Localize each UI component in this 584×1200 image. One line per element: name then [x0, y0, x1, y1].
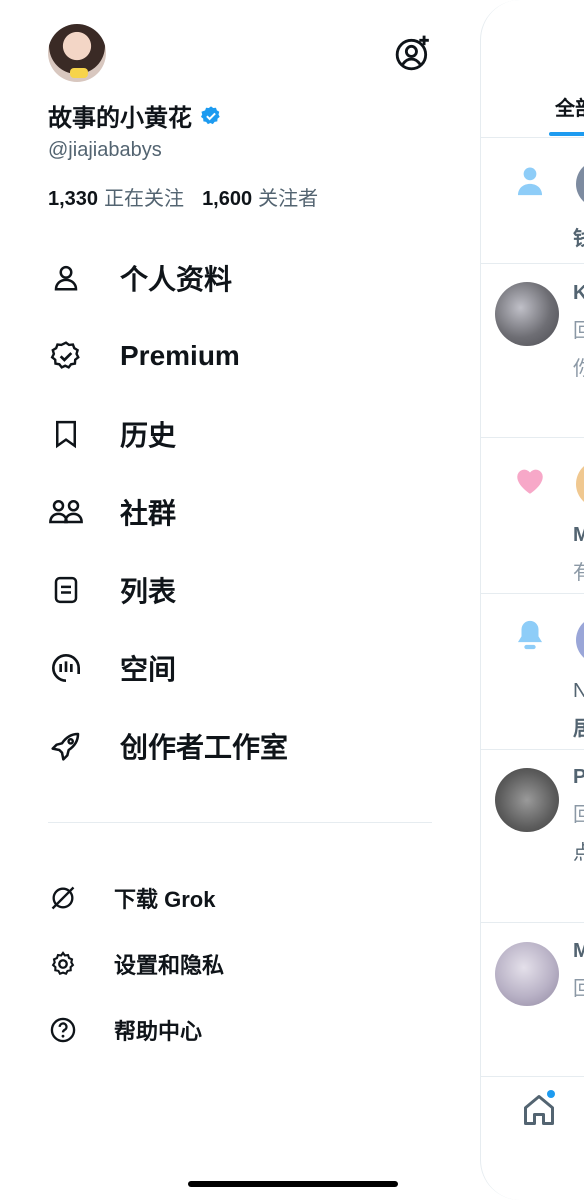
followers-stat[interactable]: 1,600 关注者: [202, 182, 318, 211]
avatar[interactable]: [495, 768, 559, 832]
notification-text: 回: [573, 314, 584, 343]
divider: [48, 822, 432, 823]
person-icon: [517, 167, 543, 196]
avatar[interactable]: [576, 616, 584, 664]
navigation-drawer: 故事的小黄花 @jiajiababys 1,330 正在关注 1,600 关注者 个…: [0, 0, 480, 1200]
divider: [481, 922, 584, 923]
followers-label: 关注者: [258, 188, 319, 210]
tab-all[interactable]: 全部: [555, 92, 584, 121]
divider: [481, 263, 584, 264]
menu-item-label: 历史: [120, 420, 177, 451]
menu-item-spaces[interactable]: 空间: [48, 638, 176, 698]
avatar[interactable]: [495, 282, 559, 346]
menu-item-lists[interactable]: 列表: [48, 560, 176, 620]
divider: [481, 593, 584, 594]
bell-icon: [517, 620, 543, 650]
premium-badge-icon: [48, 338, 84, 374]
followers-count: 1,600: [202, 188, 253, 210]
verified-badge-icon: [201, 105, 220, 124]
menu-item-label: 社群: [120, 498, 177, 529]
avatar[interactable]: [576, 160, 584, 208]
notification-text: 居: [573, 712, 584, 741]
menu-item-history[interactable]: 历史: [48, 404, 176, 464]
gear-icon: [48, 949, 78, 979]
menu-item-label: 空间: [120, 654, 177, 685]
notification-text: P: [573, 766, 584, 789]
avatar[interactable]: [576, 460, 584, 508]
profile-name[interactable]: 故事的小黄花: [48, 98, 192, 133]
menu-item-help[interactable]: 帮助中心: [48, 1010, 202, 1050]
grok-icon: [48, 883, 78, 913]
communities-icon: [48, 494, 84, 530]
menu-item-label: 帮助中心: [114, 1019, 203, 1044]
spaces-icon: [48, 650, 84, 686]
rocket-icon: [48, 728, 84, 764]
menu-item-label: 个人资料: [120, 264, 233, 295]
menu-item-download-grok[interactable]: 下载 Grok: [48, 878, 215, 918]
following-stat[interactable]: 1,330 正在关注: [48, 182, 184, 211]
notification-text: M: [573, 524, 584, 547]
notification-text: 回: [573, 972, 584, 1001]
menu-item-creator-studio[interactable]: 创作者工作室: [48, 716, 288, 776]
menu-item-label: Premium: [120, 340, 240, 371]
divider: [481, 1076, 584, 1077]
menu-item-label: 设置和隐私: [114, 953, 225, 978]
follow-stats: 1,330 正在关注 1,600 关注者: [48, 182, 318, 211]
menu-item-settings[interactable]: 设置和隐私: [48, 944, 224, 984]
add-account-icon[interactable]: [394, 34, 432, 72]
menu-item-profile[interactable]: 个人资料: [48, 248, 232, 308]
menu-item-label: 创作者工作室: [120, 732, 289, 763]
profile-handle: @jiajiababys: [48, 139, 162, 161]
notification-text: 钱: [573, 222, 584, 251]
menu-item-label: 列表: [120, 576, 177, 607]
notification-text: 点: [573, 836, 584, 865]
avatar[interactable]: [48, 24, 106, 82]
notification-text: K: [573, 282, 584, 305]
home-indicator: [188, 1181, 398, 1187]
list-icon: [48, 572, 84, 608]
following-count: 1,330: [48, 188, 99, 210]
notifications-panel[interactable]: 全部 钱 K 回 你 M 有 N 居 P 回 点 M 回: [480, 0, 584, 1200]
notification-text: 有: [573, 556, 584, 585]
tab-indicator: [549, 132, 584, 136]
divider: [481, 437, 584, 438]
person-icon: [48, 260, 84, 296]
heart-icon: [517, 469, 543, 494]
help-icon: [48, 1015, 78, 1045]
menu-item-communities[interactable]: 社群: [48, 482, 176, 542]
new-posts-dot: [547, 1090, 555, 1098]
following-label: 正在关注: [104, 188, 185, 210]
divider: [481, 137, 584, 138]
menu-item-label: 下载 Grok: [114, 887, 216, 912]
notification-text: 回: [573, 798, 584, 827]
bookmark-icon: [48, 416, 84, 452]
divider: [481, 749, 584, 750]
menu-item-premium[interactable]: Premium: [48, 326, 240, 386]
notification-text: M: [573, 940, 584, 963]
notification-text: 你: [573, 352, 584, 381]
notification-text: N: [573, 680, 584, 703]
avatar[interactable]: [495, 942, 559, 1006]
profile-name-row: 故事的小黄花: [48, 98, 222, 133]
